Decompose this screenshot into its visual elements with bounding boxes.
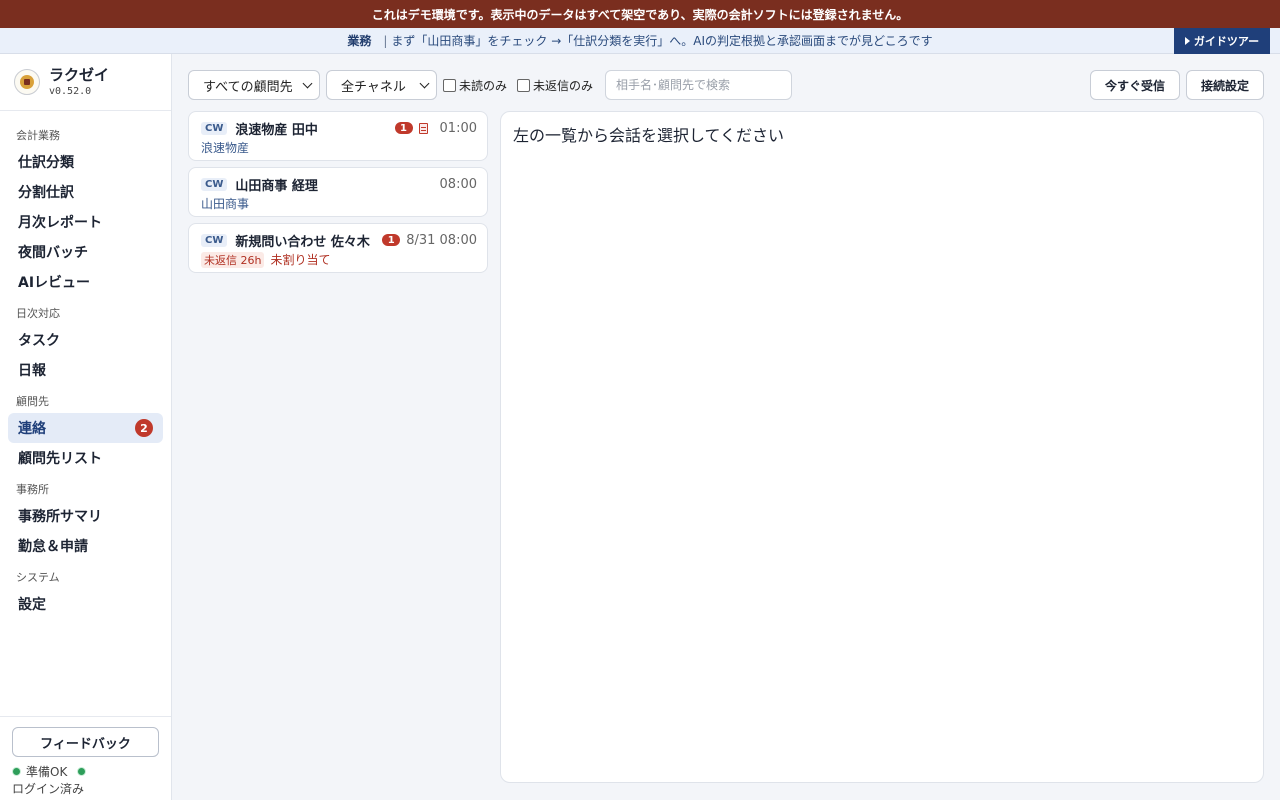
- unread-count-badge: 1: [394, 122, 413, 134]
- nav-section-clients: 顧問先: [16, 395, 49, 408]
- sidebar-item-label: 分割仕訳: [18, 185, 74, 201]
- sidebar-item-label: 仕訳分類: [18, 155, 74, 171]
- conversation-client: 浪速物産: [201, 141, 250, 155]
- sidebar-item-attendance[interactable]: 勤怠＆申請: [8, 531, 163, 561]
- unreplied-only-checkbox[interactable]: 未返信のみ: [517, 77, 593, 94]
- conversation-time: 08:00: [439, 176, 477, 192]
- guide-separator: |: [383, 33, 388, 48]
- unreplied-only-label: 未返信のみ: [533, 78, 594, 93]
- conversation-name: 浪速物産 田中: [235, 122, 318, 138]
- sidebar-footer: フィードバック 準備OK ログイン済み: [0, 716, 171, 800]
- conversation-client: 山田商事: [201, 197, 250, 211]
- conversation-list: CW 浪速物産 田中 1 01:00 浪速物産 CW 山田商事 経理 08:00…: [188, 111, 488, 279]
- empty-state-text: 左の一覧から会話を選択してください: [513, 126, 785, 145]
- sidebar-item-split-journal[interactable]: 分割仕訳: [8, 177, 163, 207]
- client-select[interactable]: すべての顧問先: [188, 70, 320, 100]
- sidebar-item-label: タスク: [18, 333, 60, 349]
- sidebar-item-client-list[interactable]: 顧問先リスト: [8, 443, 163, 473]
- sidebar-item-label: AIレビュー: [18, 275, 91, 291]
- brand-version: v0.52.0: [49, 86, 92, 97]
- sidebar-nav: 会計業務 仕訳分類 分割仕訳 月次レポート 夜間バッチ AIレビュー 日次対応 …: [0, 111, 171, 619]
- sidebar-item-contact[interactable]: 連絡 2: [8, 413, 163, 443]
- status-label: 準備OK: [26, 765, 68, 779]
- channel-select-value: 全チャネル: [341, 79, 406, 95]
- guide-tag: 業務: [347, 34, 372, 48]
- sidebar-item-office-summary[interactable]: 事務所サマリ: [8, 501, 163, 531]
- client-select-value: すべての顧問先: [203, 79, 293, 95]
- conversation-item[interactable]: CW 山田商事 経理 08:00 山田商事: [188, 167, 488, 217]
- guide-text: まず「山田商事」をチェック →「仕訳分類を実行」へ。AIの判定根拠と承認画面まで…: [391, 34, 933, 48]
- search-input[interactable]: [605, 70, 793, 100]
- connection-settings-button[interactable]: 接続設定: [1186, 70, 1264, 100]
- guide-tour-button[interactable]: ガイドツアー: [1174, 28, 1270, 54]
- login-status-icon: [77, 767, 87, 776]
- nav-section-daily: 日次対応: [16, 307, 60, 320]
- conversation-name: 山田商事 経理: [235, 178, 318, 194]
- channel-tag: CW: [201, 177, 228, 191]
- guide-bar: 業務 | まず「山田商事」をチェック →「仕訳分類を実行」へ。AIの判定根拠と承…: [0, 28, 1280, 54]
- conversation-item[interactable]: CW 浪速物産 田中 1 01:00 浪速物産: [188, 111, 488, 161]
- nav-section-accounting: 会計業務: [16, 129, 60, 142]
- channel-tag: CW: [201, 233, 228, 247]
- sidebar: ラクゼイ v0.52.0 会計業務 仕訳分類 分割仕訳 月次レポート 夜間バッチ…: [0, 54, 172, 800]
- login-label: ログイン済み: [12, 782, 85, 796]
- channel-select[interactable]: 全チャネル: [326, 70, 437, 100]
- demo-banner: これはデモ環境です。表示中のデータはすべて架空であり、実際の会計ソフトには登録さ…: [0, 0, 1280, 28]
- chevron-down-icon: [302, 78, 313, 88]
- checkbox-icon: [443, 78, 456, 92]
- guide-tour-label: ガイドツアー: [1193, 35, 1260, 48]
- unread-only-label: 未読のみ: [459, 78, 508, 93]
- demo-banner-text: これはデモ環境です。表示中のデータはすべて架空であり、実際の会計ソフトには登録さ…: [371, 7, 909, 22]
- channel-tag: CW: [201, 121, 228, 135]
- unread-count-badge: 1: [382, 234, 401, 246]
- conversation-item[interactable]: CW 新規問い合わせ 佐々木 1 8/31 08:00 未返信 26h 未割り当…: [188, 223, 488, 273]
- chevron-down-icon: [419, 78, 430, 88]
- sidebar-item-monthly-report[interactable]: 月次レポート: [8, 207, 163, 237]
- play-icon: [1184, 37, 1190, 45]
- sidebar-item-label: 連絡: [18, 421, 46, 437]
- sidebar-item-night-batch[interactable]: 夜間バッチ: [8, 237, 163, 267]
- unread-only-checkbox[interactable]: 未読のみ: [443, 77, 507, 94]
- contact-count-badge: 2: [135, 419, 153, 437]
- sidebar-item-tasks[interactable]: タスク: [8, 325, 163, 355]
- nav-section-office: 事務所: [16, 483, 49, 496]
- receive-now-button[interactable]: 今すぐ受信: [1090, 70, 1180, 100]
- logo-icon: [14, 69, 40, 95]
- brand-name: ラクゼイ: [49, 66, 110, 84]
- sidebar-item-label: 勤怠＆申請: [18, 539, 88, 555]
- assignment-status: 未割り当て: [270, 253, 331, 267]
- sidebar-item-ai-review[interactable]: AIレビュー: [8, 267, 163, 297]
- unreplied-warning-tag: 未返信 26h: [201, 251, 265, 268]
- nav-section-system: システム: [16, 571, 60, 584]
- sidebar-item-label: 顧問先リスト: [18, 451, 102, 467]
- checkbox-icon: [517, 78, 531, 92]
- status-line: 準備OK: [12, 763, 159, 780]
- brand[interactable]: ラクゼイ v0.52.0: [0, 54, 171, 111]
- sidebar-item-label: 設定: [18, 597, 46, 613]
- sidebar-item-label: 月次レポート: [18, 215, 102, 231]
- sidebar-item-label: 事務所サマリ: [18, 509, 102, 525]
- memo-icon: [418, 122, 428, 134]
- sidebar-item-daily-report[interactable]: 日報: [8, 355, 163, 385]
- conversation-detail-panel: 左の一覧から会話を選択してください: [500, 111, 1264, 783]
- status-ok-icon: [12, 767, 21, 776]
- conversation-time: 01:00: [439, 120, 477, 136]
- conversation-time: 8/31 08:00: [406, 232, 477, 248]
- sidebar-item-label: 日報: [18, 363, 46, 379]
- feedback-button[interactable]: フィードバック: [12, 727, 159, 757]
- sidebar-item-settings[interactable]: 設定: [8, 589, 163, 619]
- conversation-name: 新規問い合わせ 佐々木: [235, 234, 370, 250]
- sidebar-item-label: 夜間バッチ: [18, 245, 88, 261]
- sidebar-item-journal-classify[interactable]: 仕訳分類: [8, 147, 163, 177]
- filter-toolbar: すべての顧問先 全チャネル 未読のみ 未返信のみ: [188, 70, 793, 100]
